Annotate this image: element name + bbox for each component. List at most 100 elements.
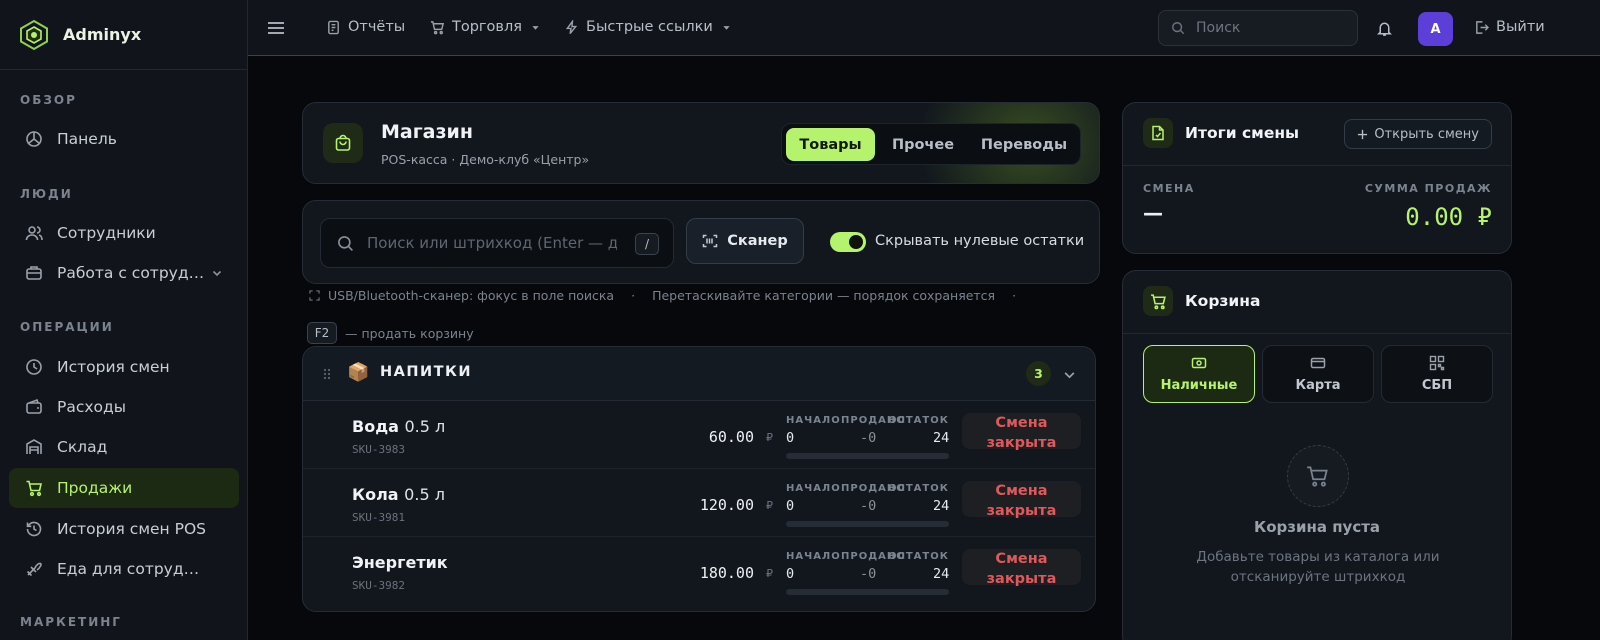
- logout-button[interactable]: Выйти: [1474, 19, 1545, 35]
- product-row[interactable]: Кола 0.5 л SKU-3981 120.00 ₽ НАЧАЛО ПРОДАНО ОС…: [303, 469, 1095, 537]
- stock-progress-bar: [786, 521, 949, 527]
- bell-icon: [1377, 22, 1392, 36]
- scanner-hint: USB/Bluetooth-сканер: фокус в поле поиск…: [309, 288, 1016, 303]
- user-avatar[interactable]: A: [1418, 12, 1453, 46]
- product-name: Вода 0.5 л: [352, 417, 445, 436]
- tab-products[interactable]: Товары: [786, 128, 875, 161]
- shift-closed-badge: Смена закрыта: [962, 413, 1081, 451]
- nav-section-marketing: МАРКЕТИНГ: [20, 615, 122, 629]
- topbar-trade-label: Торговля: [452, 19, 522, 35]
- clock-icon: [26, 359, 42, 375]
- sidebar-item-expenses[interactable]: Расходы: [9, 387, 239, 427]
- tab-transfers[interactable]: Переводы: [971, 128, 1077, 161]
- sidebar-item-dashboard[interactable]: Панель: [9, 119, 239, 159]
- package-icon: 📦: [347, 362, 370, 383]
- hide-zero-toggle[interactable]: [830, 232, 866, 252]
- search-shortcut-key: /: [635, 233, 659, 255]
- sidebar-item-staff-food[interactable]: Еда для сотрудников: [9, 549, 239, 589]
- cart-icon: [1307, 466, 1328, 487]
- payment-card-button[interactable]: Карта: [1262, 345, 1374, 403]
- category-header[interactable]: 📦 НАПИТКИ 3: [303, 347, 1095, 401]
- caret-down-icon: [532, 25, 539, 30]
- sidebar-item-pos-history[interactable]: История смен POS: [9, 509, 239, 549]
- scanner-button[interactable]: Сканер: [686, 218, 804, 264]
- scanner-hint-text: USB/Bluetooth-сканер: фокус в поле поиск…: [328, 288, 615, 303]
- stat-left-label: ОСТАТОК: [888, 415, 949, 426]
- tab-other[interactable]: Прочее: [879, 128, 967, 161]
- payment-sbp-label: СБП: [1421, 378, 1453, 393]
- product-size: 0.5 л: [404, 485, 445, 504]
- cart-icon: [1150, 293, 1166, 309]
- sidebar-item-employees[interactable]: Сотрудники: [9, 213, 239, 253]
- stat-start-value: 0: [786, 430, 795, 446]
- product-sku: SKU-3982: [352, 579, 405, 592]
- shopping-bag-icon: [335, 134, 351, 151]
- currency-symbol: ₽: [766, 567, 773, 580]
- shop-header-card: Магазин POS-касса · Демо-клуб «Центр» То…: [302, 102, 1100, 184]
- sidebar-item-label: Продажи: [57, 479, 133, 497]
- open-shift-button[interactable]: Открыть смену: [1344, 119, 1492, 149]
- stock-progress-bar: [786, 589, 949, 595]
- search-icon: [1172, 22, 1185, 35]
- stat-left-label: ОСТАТОК: [888, 551, 949, 562]
- stat-sold-value: -0: [860, 498, 877, 514]
- topbar-trade-menu[interactable]: Торговля: [430, 19, 540, 35]
- scanner-label: Сканер: [727, 233, 788, 249]
- topbar-quick-links-menu[interactable]: Быстрые ссылки: [564, 19, 731, 35]
- shift-icon-tile: [1143, 118, 1173, 148]
- notifications-button[interactable]: [1376, 20, 1393, 37]
- product-search-input[interactable]: Поиск или штрихкод (Enter — добавить) /: [320, 218, 674, 268]
- dashboard-icon: [26, 131, 42, 147]
- topbar-search-input[interactable]: Поиск: [1158, 10, 1358, 46]
- drag-handle-icon[interactable]: [323, 368, 331, 380]
- barcode-scan-icon: [703, 234, 718, 248]
- brand[interactable]: Adminyx: [0, 0, 247, 70]
- sidebar-item-label: Сотрудники: [57, 224, 156, 242]
- nav-section-operations: ОПЕРАЦИИ: [20, 320, 114, 334]
- stat-start-label: НАЧАЛО: [786, 483, 841, 494]
- menu-toggle-button[interactable]: [267, 19, 285, 37]
- stat-sold-value: -0: [860, 430, 877, 446]
- topbar-reports-link[interactable]: Отчёты: [326, 19, 405, 35]
- product-name: Кола 0.5 л: [352, 485, 445, 504]
- payment-cash-button[interactable]: Наличные: [1143, 345, 1255, 403]
- stat-left-label: ОСТАТОК: [888, 483, 949, 494]
- cart-icon: [430, 20, 445, 34]
- topbar-reports-label: Отчёты: [348, 19, 406, 35]
- sidebar-item-label: Еда для сотрудников: [57, 560, 207, 578]
- product-row[interactable]: Энергетик SKU-3982 180.00 ₽ НАЧАЛО ПРОДАНО ОС…: [303, 537, 1095, 605]
- chevron-down-icon[interactable]: [1063, 368, 1076, 381]
- currency-symbol: ₽: [766, 499, 773, 512]
- stat-start-label: НАЧАЛО: [786, 551, 841, 562]
- hint-separator: ·: [1012, 288, 1017, 303]
- sales-sum-label: СУММА ПРОДАЖ: [1364, 182, 1492, 195]
- product-price: 60.00: [708, 428, 754, 446]
- stat-start-value: 0: [786, 566, 795, 582]
- categories-hint-text: Перетаскивайте категории — порядок сохра…: [652, 288, 996, 303]
- caret-down-icon: [723, 25, 730, 30]
- sidebar-item-sales[interactable]: Продажи: [9, 468, 239, 508]
- payment-card-label: Карта: [1295, 378, 1341, 393]
- qr-code-icon: [1429, 355, 1445, 371]
- history-icon: [26, 521, 42, 537]
- category-card: 📦 НАПИТКИ 3 Вода 0.5 л SKU-3983 60.00 ₽ НАЧА…: [302, 346, 1096, 612]
- sidebar-item-label: История смен POS: [57, 520, 206, 538]
- shift-value: —: [1143, 201, 1163, 225]
- payment-sbp-button[interactable]: СБП: [1381, 345, 1493, 403]
- product-search-card: Поиск или штрихкод (Enter — добавить) / …: [302, 200, 1100, 284]
- search-icon: [338, 235, 353, 251]
- chevron-down-icon: [212, 270, 222, 277]
- product-sku: SKU-3983: [352, 443, 405, 456]
- sidebar-item-staff-work[interactable]: Работа с сотрудн…: [9, 253, 239, 293]
- logout-icon: [1476, 20, 1489, 34]
- product-row[interactable]: Вода 0.5 л SKU-3983 60.00 ₽ НАЧАЛО ПРОДАНО ОСТ…: [303, 401, 1095, 469]
- sidebar-item-shift-history[interactable]: История смен: [9, 347, 239, 387]
- wallet-icon: [26, 398, 42, 414]
- shift-closed-badge: Смена закрыта: [962, 481, 1081, 519]
- shop-icon-tile: [323, 123, 363, 163]
- hint-separator: ·: [631, 288, 636, 303]
- product-name-text: Кола: [352, 485, 399, 504]
- product-name-text: Энергетик: [352, 553, 448, 572]
- sidebar-item-warehouse[interactable]: Склад: [9, 427, 239, 467]
- payment-cash-label: Наличные: [1160, 378, 1238, 393]
